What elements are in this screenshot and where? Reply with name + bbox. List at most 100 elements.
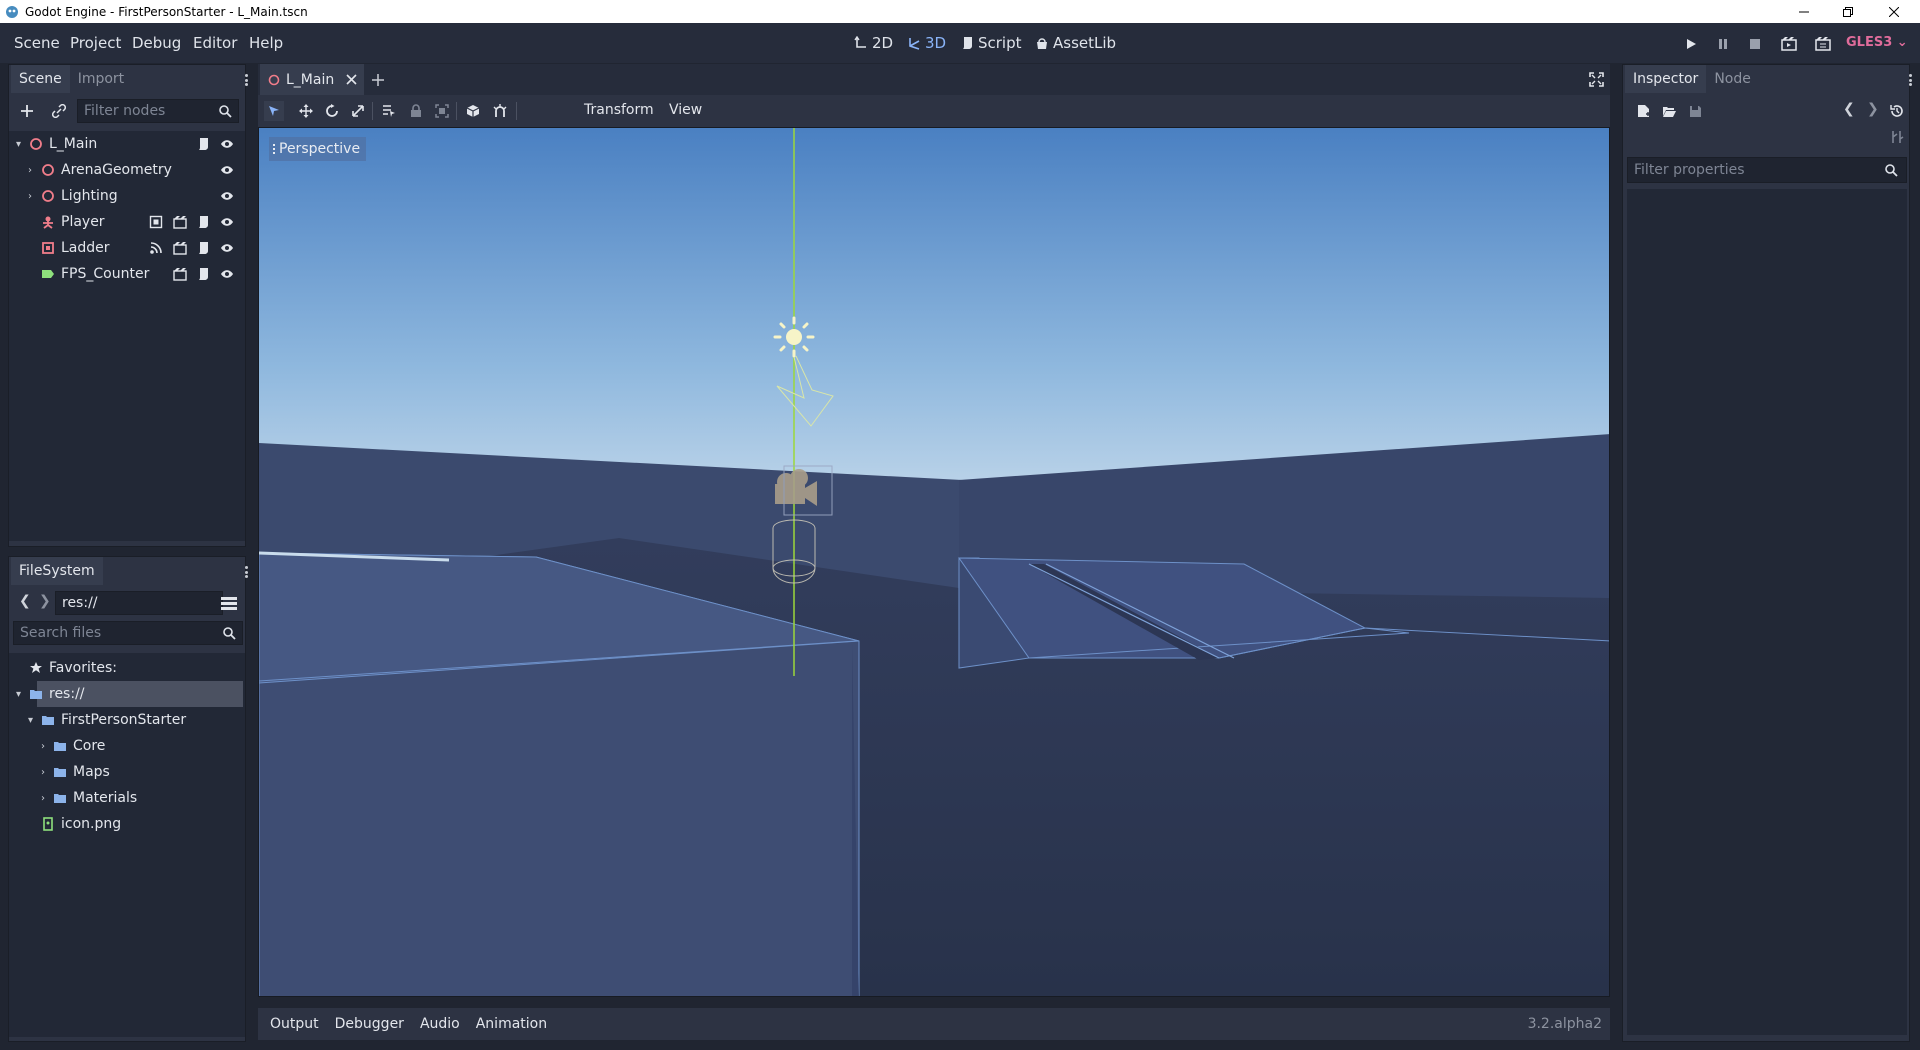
select-mode-button[interactable] — [264, 101, 284, 121]
script-icon[interactable] — [197, 241, 211, 255]
tab-import[interactable]: Import — [70, 65, 132, 93]
back-arrow-icon[interactable]: ❮ — [19, 593, 31, 609]
expand-arrow-icon[interactable]: ▾ — [16, 139, 21, 150]
scene-tab-l-main[interactable]: L_Main — [260, 64, 364, 95]
new-resource-button[interactable] — [1633, 101, 1653, 121]
workspace-2d-button[interactable]: 2D — [854, 34, 893, 52]
menu-editor[interactable]: Editor — [193, 34, 237, 52]
visible-eye-icon[interactable] — [220, 189, 234, 203]
visible-eye-icon[interactable] — [220, 215, 234, 229]
expand-arrow-icon[interactable]: ▾ — [16, 689, 21, 700]
add-node-button[interactable] — [17, 101, 37, 121]
file-item-core[interactable]: › Core — [9, 733, 239, 759]
tree-node-l-main[interactable]: ▾ L_Main — [9, 131, 239, 157]
menu-scene[interactable]: Scene — [14, 34, 60, 52]
collapsed-arrow-icon[interactable]: › — [41, 741, 45, 752]
visible-eye-icon[interactable] — [220, 137, 234, 151]
renderer-selector[interactable]: GLES3 ⌄ — [1846, 35, 1908, 50]
new-scene-tab-plus-icon[interactable] — [371, 73, 385, 87]
lock-button[interactable] — [406, 101, 426, 121]
history-back-icon[interactable]: ❮ — [1843, 101, 1855, 117]
load-resource-button[interactable] — [1659, 101, 1679, 121]
rotate-mode-button[interactable] — [322, 101, 342, 121]
menu-help[interactable]: Help — [249, 34, 283, 52]
visible-eye-icon[interactable] — [220, 241, 234, 255]
tree-node-ladder[interactable]: Ladder — [9, 235, 239, 261]
restore-button[interactable] — [1828, 0, 1868, 23]
filter-nodes-input[interactable]: Filter nodes — [77, 99, 239, 123]
object-properties-button[interactable] — [1887, 127, 1907, 147]
toggle-split-mode-button[interactable] — [219, 593, 239, 613]
tree-node-player[interactable]: Player — [9, 209, 239, 235]
save-resource-button[interactable] — [1685, 101, 1705, 121]
collapsed-arrow-icon[interactable]: › — [28, 191, 32, 202]
pause-button[interactable] — [1714, 35, 1732, 53]
instance-scene-button[interactable] — [49, 101, 69, 121]
path-input[interactable]: res:// — [55, 591, 223, 615]
workspace-3d-button[interactable]: 3D — [907, 34, 946, 52]
menu-project[interactable]: Project — [70, 34, 121, 52]
local-space-button[interactable] — [463, 101, 483, 121]
tree-node-lighting[interactable]: › Lighting — [9, 183, 239, 209]
file-item-maps[interactable]: › Maps — [9, 759, 239, 785]
play-button[interactable] — [1682, 35, 1700, 53]
filesystem-dock-menu-icon[interactable] — [243, 563, 249, 581]
view-menu[interactable]: View — [669, 102, 702, 118]
instance-icon[interactable] — [173, 215, 187, 229]
script-icon[interactable] — [197, 267, 211, 281]
collapsed-arrow-icon[interactable]: › — [41, 767, 45, 778]
workspace-assetlib-button[interactable]: AssetLib — [1035, 34, 1116, 52]
visible-eye-icon[interactable] — [220, 163, 234, 177]
play-custom-scene-button[interactable] — [1814, 35, 1832, 53]
tab-filesystem[interactable]: FileSystem — [11, 557, 103, 585]
history-forward-icon[interactable]: ❯ — [1867, 101, 1879, 117]
minimize-button[interactable] — [1784, 0, 1824, 23]
script-icon[interactable] — [197, 215, 211, 229]
search-files-input[interactable]: Search files — [13, 621, 243, 645]
group-button[interactable] — [432, 101, 452, 121]
tab-scene[interactable]: Scene — [11, 65, 70, 93]
tree-node-arenageometry[interactable]: › ArenaGeometry — [9, 157, 239, 183]
collapsed-arrow-icon[interactable]: › — [41, 793, 45, 804]
favorites-row[interactable]: Favorites: — [9, 655, 239, 681]
inspector-dock-menu-icon[interactable] — [1907, 71, 1913, 89]
stop-button[interactable] — [1746, 35, 1764, 53]
tab-output[interactable]: Output — [270, 1016, 319, 1032]
3d-viewport[interactable]: Perspective — [258, 127, 1610, 997]
menu-debug[interactable]: Debug — [132, 34, 181, 52]
close-icon[interactable] — [346, 74, 357, 85]
tab-inspector[interactable]: Inspector — [1625, 65, 1707, 93]
visible-eye-icon[interactable] — [220, 267, 234, 281]
tab-animation[interactable]: Animation — [476, 1016, 547, 1032]
instance-icon[interactable] — [173, 241, 187, 255]
transform-menu[interactable]: Transform — [584, 102, 654, 118]
perspective-menu-button[interactable]: Perspective — [269, 137, 367, 161]
list-select-button[interactable] — [379, 101, 399, 121]
scale-mode-button[interactable] — [348, 101, 368, 121]
file-item-materials[interactable]: › Materials — [9, 785, 239, 811]
file-item-res-root[interactable]: ▾ res:// — [16, 681, 243, 707]
workspace-script-button[interactable]: Script — [961, 34, 1022, 52]
close-window-button[interactable] — [1874, 0, 1914, 23]
forward-arrow-icon[interactable]: ❯ — [39, 593, 51, 609]
move-mode-button[interactable] — [296, 101, 316, 121]
history-button[interactable] — [1887, 101, 1907, 121]
instance-icon[interactable] — [173, 267, 187, 281]
file-item-firstpersonstarter[interactable]: ▾ FirstPersonStarter — [9, 707, 239, 733]
script-icon[interactable] — [197, 137, 211, 151]
tab-audio[interactable]: Audio — [420, 1016, 460, 1032]
snap-button[interactable] — [490, 101, 510, 121]
3d-scene-render[interactable] — [259, 128, 1610, 997]
group-icon[interactable] — [149, 215, 163, 229]
tab-node[interactable]: Node — [1706, 65, 1759, 93]
tab-debugger[interactable]: Debugger — [335, 1016, 404, 1032]
file-item-icon-png[interactable]: icon.png — [9, 811, 239, 837]
tree-node-fps-counter[interactable]: FPS_Counter — [9, 261, 239, 287]
play-scene-button[interactable] — [1780, 35, 1798, 53]
signal-icon[interactable] — [149, 241, 163, 255]
filter-properties-input[interactable]: Filter properties — [1627, 157, 1907, 183]
distraction-free-icon[interactable] — [1589, 72, 1604, 87]
scene-dock-menu-icon[interactable] — [243, 71, 249, 89]
collapsed-arrow-icon[interactable]: › — [28, 165, 32, 176]
expand-arrow-icon[interactable]: ▾ — [28, 715, 33, 726]
